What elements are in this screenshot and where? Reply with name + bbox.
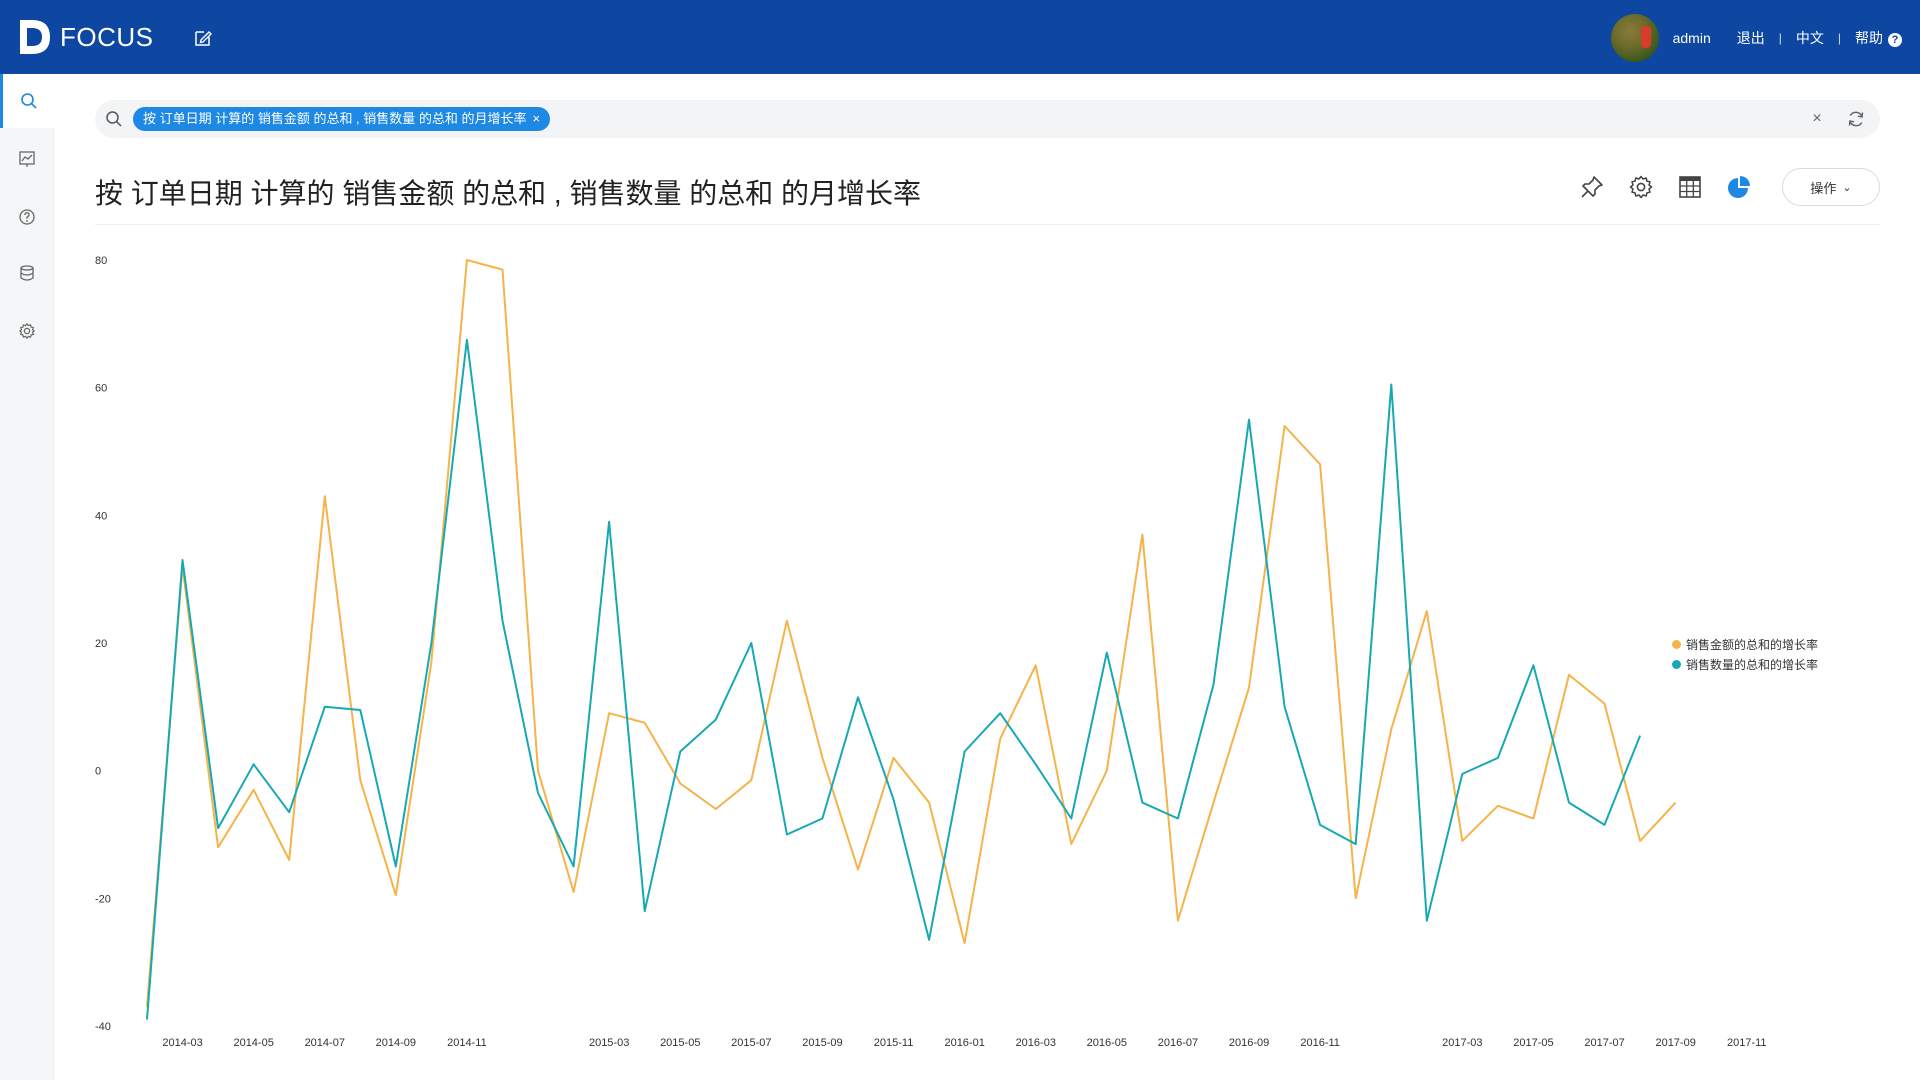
y-tick-label: 40 — [95, 510, 107, 522]
search-bar[interactable]: 按 订单日期 计算的 销售金额 的总和 , 销售数量 的总和 的月增长率 × × — [95, 100, 1880, 138]
line-chart: 80 60 40 20 0 -20 -40 2014-03 2014-05 2014-07 2014… — [95, 240, 1880, 1070]
search-icon — [20, 93, 37, 109]
x-tick-label: 2017-09 — [1655, 1037, 1695, 1049]
sidebar-item-help[interactable] — [0, 190, 54, 244]
query-chip[interactable]: 按 订单日期 计算的 销售金额 的总和 , 销售数量 的总和 的月增长率 × — [133, 107, 551, 131]
legend-item[interactable]: 销售金额的总和的增长率 — [1672, 634, 1818, 654]
line-chart-svg: 80 60 40 20 0 -20 -40 2014-03 2014-05 2014-07 2014… — [95, 255, 1767, 1049]
x-tick-label: 2016-01 — [944, 1037, 984, 1049]
y-tick-label: 20 — [95, 638, 107, 650]
y-tick-label: -20 — [95, 893, 111, 905]
x-tick-label: 2015-09 — [802, 1037, 842, 1049]
chart-toolbar: 操作 ⌄ — [1578, 168, 1880, 206]
left-sidebar — [0, 74, 54, 1080]
help-link[interactable]: 帮助? — [1855, 28, 1902, 48]
board-icon — [19, 151, 35, 167]
y-tick-label: -40 — [95, 1021, 111, 1033]
x-tick-label: 2015-11 — [874, 1037, 914, 1049]
sidebar-item-data[interactable] — [0, 246, 54, 300]
refresh-icon[interactable] — [1846, 109, 1866, 129]
user-area: admin 退出 | 中文 | 帮助? — [1610, 14, 1902, 62]
pin-button[interactable] — [1578, 173, 1606, 201]
x-tick-label: 2017-03 — [1442, 1037, 1482, 1049]
focus-logo[interactable]: FOCUS — [18, 18, 154, 56]
legend-label: 销售金额的总和的增长率 — [1686, 637, 1819, 652]
x-tick-label: 2016-11 — [1300, 1037, 1340, 1049]
legend-label: 销售数量的总和的增长率 — [1686, 657, 1819, 672]
x-tick-label: 2017-05 — [1513, 1037, 1553, 1049]
legend-dot-icon — [1672, 639, 1681, 649]
gear-icon — [1629, 175, 1653, 199]
x-tick-label: 2017-07 — [1584, 1037, 1624, 1049]
question-icon — [19, 209, 35, 225]
sidebar-item-board[interactable] — [0, 132, 54, 186]
separator: | — [1778, 31, 1782, 45]
sidebar-item-settings[interactable] — [0, 304, 54, 358]
separator: | — [1837, 31, 1841, 45]
query-chip-label: 按 订单日期 计算的 销售金额 的总和 , 销售数量 的总和 的月增长率 — [143, 111, 527, 126]
x-tick-label: 2014-05 — [233, 1037, 273, 1049]
clear-search-button[interactable]: × — [1806, 108, 1828, 130]
chevron-down-icon: ⌄ — [1842, 181, 1852, 194]
title-divider — [95, 224, 1880, 225]
y-tick-label: 80 — [95, 255, 107, 267]
series-line-1[interactable] — [146, 338, 1642, 1020]
top-navigation-bar: FOCUS admin 退出 | 中文 | 帮助? — [0, 0, 1920, 74]
x-tick-label: 2016-09 — [1229, 1037, 1269, 1049]
x-tick-label: 2014-09 — [376, 1037, 416, 1049]
x-tick-label: 2016-07 — [1158, 1037, 1198, 1049]
chip-close-icon[interactable]: × — [533, 107, 541, 131]
x-tick-label: 2014-03 — [162, 1037, 202, 1049]
y-tick-label: 0 — [95, 766, 101, 778]
operations-label: 操作 — [1810, 180, 1837, 196]
sidebar-item-search[interactable] — [0, 74, 54, 128]
table-view-button[interactable] — [1676, 173, 1704, 201]
logo-text: FOCUS — [60, 21, 154, 52]
series-line-0[interactable] — [146, 259, 1677, 1007]
help-label: 帮助 — [1855, 30, 1883, 46]
logo-d-icon — [20, 20, 50, 54]
language-link[interactable]: 中文 — [1796, 28, 1824, 48]
x-tick-label: 2014-07 — [305, 1037, 345, 1049]
table-icon — [1679, 176, 1701, 198]
chart-legend: 销售金额的总和的增长率 销售数量的总和的增长率 — [1672, 634, 1818, 674]
avatar[interactable] — [1610, 14, 1659, 62]
user-name[interactable]: admin — [1673, 30, 1711, 46]
x-tick-label: 2015-03 — [589, 1037, 629, 1049]
search-icon — [106, 111, 122, 127]
pin-icon — [1581, 176, 1603, 198]
x-tick-label: 2016-03 — [1016, 1037, 1056, 1049]
x-tick-label: 2014-11 — [447, 1037, 487, 1049]
x-tick-label: 2015-05 — [660, 1037, 700, 1049]
help-icon: ? — [1888, 33, 1902, 47]
database-icon — [20, 265, 34, 281]
gear-icon — [18, 322, 36, 340]
edit-icon[interactable] — [193, 28, 213, 48]
chart-settings-button[interactable] — [1627, 173, 1655, 201]
x-tick-label: 2016-05 — [1087, 1037, 1127, 1049]
x-tick-label: 2017-11 — [1727, 1037, 1767, 1049]
x-tick-label: 2015-07 — [731, 1037, 771, 1049]
logout-link[interactable]: 退出 — [1737, 28, 1765, 48]
chart-type-button[interactable] — [1725, 173, 1753, 201]
page-title: 按 订单日期 计算的 销售金额 的总和 , 销售数量 的总和 的月增长率 — [95, 178, 922, 209]
pie-chart-icon — [1728, 176, 1750, 198]
legend-dot-icon — [1672, 659, 1681, 669]
legend-item[interactable]: 销售数量的总和的增长率 — [1672, 654, 1818, 674]
y-tick-label: 60 — [95, 383, 107, 395]
operations-dropdown[interactable]: 操作 ⌄ — [1782, 168, 1880, 206]
